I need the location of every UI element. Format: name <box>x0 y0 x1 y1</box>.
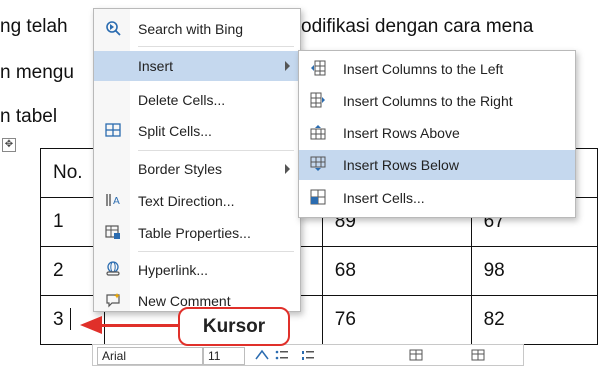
new-comment-icon <box>106 293 120 308</box>
table-grid-icon[interactable] <box>409 349 423 361</box>
submenu-arrow-icon <box>285 164 290 174</box>
menu-item-hyperlink[interactable]: Hyperlink... <box>94 255 300 285</box>
insert-columns-left-icon <box>311 60 326 76</box>
submenu-item-insert-rows-above[interactable]: Insert Rows Above <box>299 118 575 148</box>
font-size-box[interactable]: 11 <box>203 347 245 365</box>
menu-item-delete-cells[interactable]: Delete Cells... <box>94 85 300 115</box>
bullets-icon[interactable] <box>275 349 289 361</box>
doc-text-line1-right: odifikasi dengan cara mena <box>301 16 534 37</box>
table-insert-icon[interactable] <box>471 349 485 361</box>
menu-item-text-direction[interactable]: A Text Direction... <box>94 186 300 216</box>
insert-cells-icon <box>310 189 326 205</box>
submenu-item-insert-cells[interactable]: Insert Cells... <box>299 183 575 213</box>
svg-text:A: A <box>113 196 120 207</box>
doc-text-line3: n tabel <box>0 106 58 127</box>
table-properties-icon <box>105 225 120 239</box>
submenu-arrow-icon <box>285 61 290 71</box>
search-bing-icon <box>106 21 121 36</box>
annotation-arrow-head-icon <box>80 316 102 334</box>
doc-text-line2: n mengu <box>0 62 74 83</box>
table-cell-value[interactable]: 76 <box>321 295 472 345</box>
mini-toolbar: Arial 11 <box>92 344 524 366</box>
menu-item-table-properties[interactable]: Table Properties... <box>94 218 300 248</box>
annotation-arrow-line <box>100 324 179 327</box>
menu-item-border-styles[interactable]: Border Styles <box>94 154 300 184</box>
context-menu: Search with Bing Insert Delete Cells... … <box>93 8 301 312</box>
insert-columns-right-icon <box>310 92 325 108</box>
insert-rows-below-icon <box>310 156 326 171</box>
table-cell-value[interactable]: 98 <box>470 246 598 296</box>
insert-rows-above-icon <box>310 125 326 140</box>
menu-item-search-bing[interactable]: Search with Bing <box>94 14 300 44</box>
table-move-handle[interactable]: ✥ <box>2 138 16 152</box>
format-painter-icon[interactable] <box>255 349 269 361</box>
menu-item-split-cells[interactable]: Split Cells... <box>94 116 300 146</box>
font-name-box[interactable]: Arial <box>97 347 203 365</box>
submenu-item-insert-columns-right[interactable]: Insert Columns to the Right <box>299 86 575 116</box>
insert-submenu: Insert Columns to the Left Insert Column… <box>298 50 576 218</box>
annotation-callout: Kursor <box>178 307 290 346</box>
table-cell-value[interactable]: 82 <box>470 295 598 345</box>
submenu-item-insert-rows-below[interactable]: Insert Rows Below <box>299 150 575 180</box>
menu-item-insert[interactable]: Insert <box>94 51 300 81</box>
text-cursor <box>70 308 71 330</box>
doc-text-line1-left: ng telah <box>0 16 68 37</box>
submenu-item-insert-columns-left[interactable]: Insert Columns to the Left <box>299 54 575 84</box>
hyperlink-icon <box>106 261 120 276</box>
table-cell-value[interactable]: 68 <box>321 246 472 296</box>
text-direction-icon: A <box>106 194 120 207</box>
split-cells-icon <box>105 123 121 137</box>
numbering-icon[interactable] <box>301 349 315 361</box>
